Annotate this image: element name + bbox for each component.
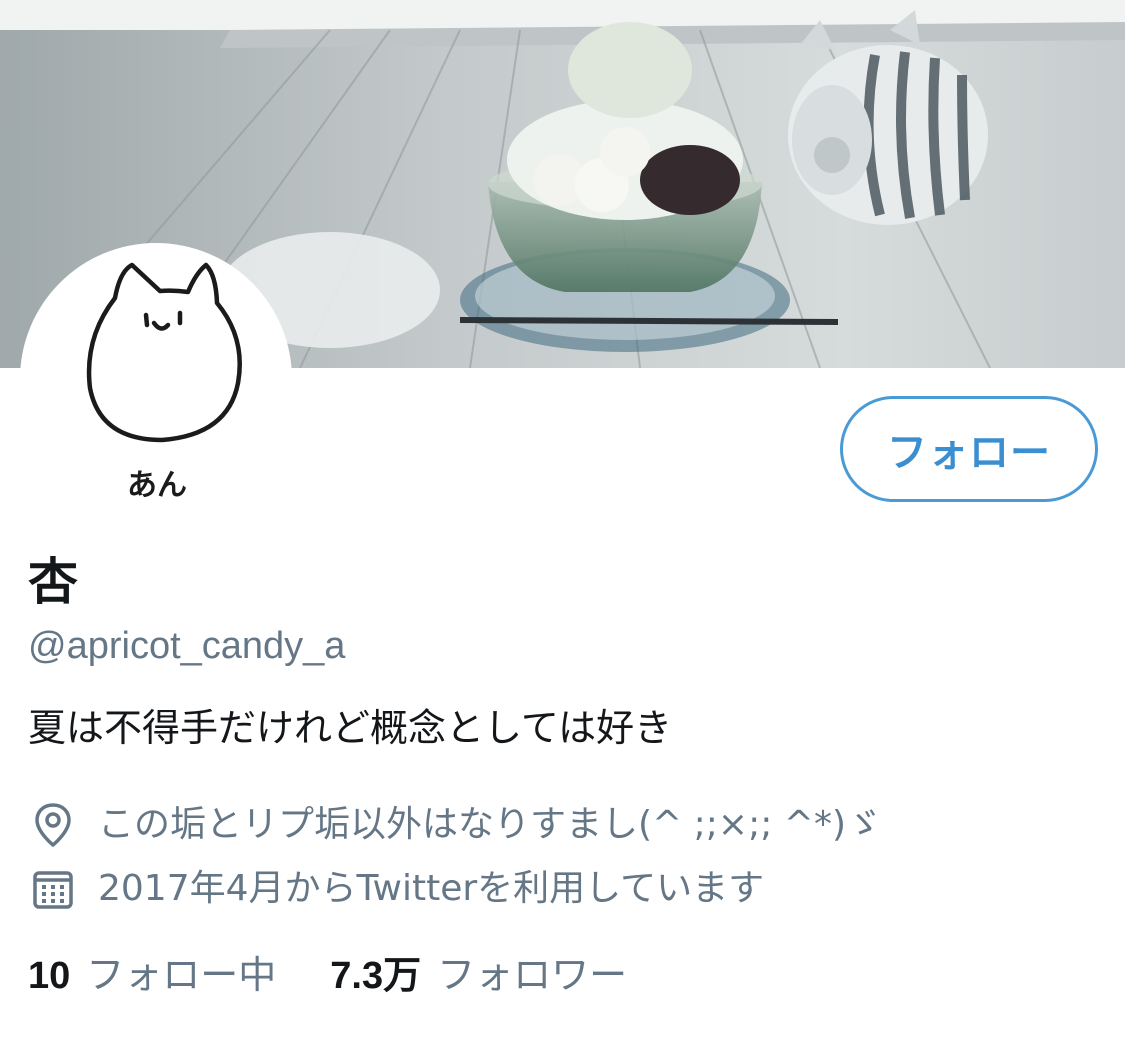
avatar-caption: あん: [127, 468, 187, 503]
user-handle: @apricot_candy_a: [28, 625, 346, 667]
followers-count: 7.3万: [330, 955, 422, 997]
location-text: この垢とリプ垢以外はなりすまし(^ ;;×;; ^*)ゞ: [98, 804, 882, 845]
profile-page: あん フォロー 杏 @apricot_candy_a 夏は不得手だけれど概念とし…: [0, 0, 1125, 1041]
location-pin-icon: [28, 800, 78, 850]
followers-link[interactable]: 7.3万 フォロワー: [330, 950, 627, 1001]
profile-location: この垢とリプ垢以外はなりすまし(^ ;;×;; ^*)ゞ: [28, 800, 882, 850]
calendar-icon: [28, 864, 78, 914]
avatar[interactable]: あん: [20, 243, 292, 515]
following-count: 10: [28, 955, 71, 997]
profile-joined-date: 2017年4月からTwitterを利用しています: [28, 864, 764, 914]
joined-text: 2017年4月からTwitterを利用しています: [98, 868, 765, 909]
followers-label: フォロワー: [437, 953, 628, 997]
follow-button[interactable]: フォロー: [840, 396, 1098, 502]
display-name: 杏: [28, 553, 78, 611]
following-label: フォロー中: [86, 953, 277, 997]
following-link[interactable]: 10 フォロー中: [28, 950, 276, 1001]
profile-bio: 夏は不得手だけれど概念としては好き: [28, 706, 673, 750]
profile-stats: 10 フォロー中 7.3万 フォロワー: [28, 950, 681, 1001]
